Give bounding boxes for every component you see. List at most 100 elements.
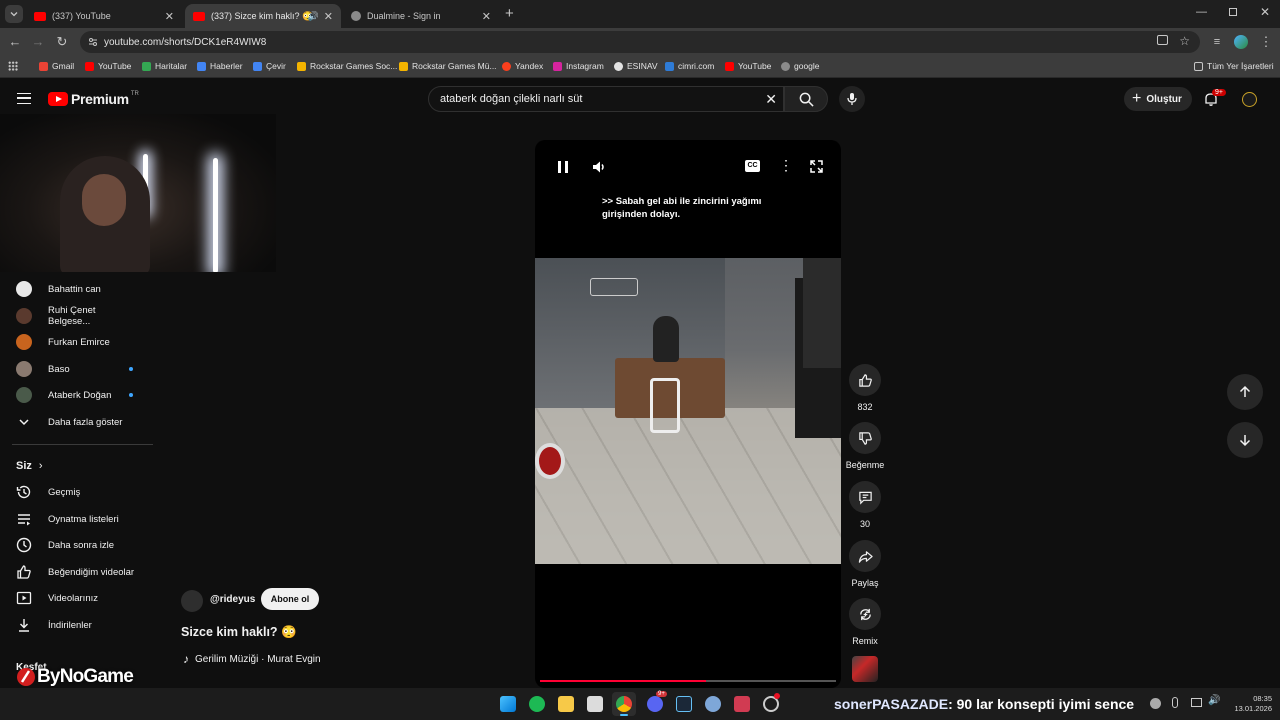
all-bookmarks-folder[interactable]: Tüm Yer İşaretleri xyxy=(1194,61,1274,71)
reading-list-icon[interactable]: ≡ xyxy=(1209,34,1225,50)
restore-button[interactable] xyxy=(1229,8,1237,16)
previous-short-button[interactable] xyxy=(1227,374,1263,410)
volume-button[interactable] xyxy=(591,159,607,180)
steam-tray-icon[interactable] xyxy=(1150,698,1161,709)
search-input[interactable]: ataberk doğan çilekli narlı süt ✕ xyxy=(428,86,784,112)
bookmark-rockstar-music[interactable]: Rockstar Games Mü... xyxy=(399,61,497,71)
sidebar-item-your-videos[interactable]: Videolarınız xyxy=(16,588,98,608)
file-explorer-icon[interactable] xyxy=(558,696,574,712)
profile-avatar[interactable] xyxy=(1234,35,1248,49)
sound-thumbnail[interactable] xyxy=(852,656,878,682)
comments-button[interactable]: 30 xyxy=(848,481,882,529)
menu-kebab-icon[interactable]: ⋮ xyxy=(1258,34,1274,50)
captions-button[interactable]: CC xyxy=(745,160,760,172)
tab-youtube-home[interactable]: (337) YouTube ✕ xyxy=(26,4,182,28)
apps-grid-icon[interactable] xyxy=(8,61,18,71)
recording-app-icon[interactable] xyxy=(763,693,780,712)
shorts-video-player[interactable]: CC ⋮ >> Sabah gel abi ile zincirini yağı… xyxy=(535,140,841,688)
close-window-button[interactable]: ✕ xyxy=(1260,5,1270,19)
share-circle xyxy=(849,540,881,572)
bookmark-maps[interactable]: Haritalar xyxy=(142,61,187,71)
steam-icon[interactable] xyxy=(676,696,692,712)
clock[interactable]: 08:35 13.01.2026 xyxy=(1224,694,1272,714)
windows-start-icon[interactable] xyxy=(500,696,516,712)
bookmark-cimri[interactable]: cimri.com xyxy=(665,61,714,71)
remix-button[interactable]: Remix xyxy=(848,598,882,646)
display-tray-icon[interactable] xyxy=(1191,698,1202,707)
bookmark-news[interactable]: Haberler xyxy=(197,61,243,71)
chrome-taskbar-button[interactable] xyxy=(612,692,636,716)
close-tab-icon[interactable]: ✕ xyxy=(324,10,333,23)
fullscreen-button[interactable] xyxy=(809,159,824,179)
pause-button[interactable] xyxy=(557,161,569,173)
install-app-icon[interactable] xyxy=(1157,35,1168,45)
music-info[interactable]: ♪ Gerilim Müziği · Murat Evgin xyxy=(183,652,321,666)
back-arrow-icon[interactable]: ← xyxy=(7,34,23,50)
notification-badge: 9+ xyxy=(1212,89,1226,96)
sidebar-item-watch-later[interactable]: Daha sonra izle xyxy=(16,535,114,555)
subscription-item[interactable]: Baso xyxy=(16,359,136,379)
bookmark-instagram[interactable]: Instagram xyxy=(553,61,604,71)
more-options-icon[interactable]: ⋮ xyxy=(779,157,793,174)
bookmark-gmail[interactable]: Gmail xyxy=(39,61,74,71)
forward-arrow-icon[interactable]: → xyxy=(30,34,46,50)
bookmark-translate[interactable]: Çevir xyxy=(253,61,286,71)
tab-dualmine[interactable]: Dualmine - Sign in ✕ xyxy=(343,4,499,28)
bookmark-esinav[interactable]: ESINAV xyxy=(614,61,658,71)
discord-icon[interactable]: 9+ xyxy=(647,691,667,712)
reload-icon[interactable]: ↻ xyxy=(54,34,70,50)
sidebar-item-history[interactable]: Geçmiş xyxy=(16,482,80,502)
clear-search-icon[interactable]: ✕ xyxy=(765,91,777,108)
channel-handle[interactable]: @rideyus xyxy=(210,594,255,605)
download-icon xyxy=(16,617,32,633)
close-tab-icon[interactable]: ✕ xyxy=(482,10,491,23)
chat-message: : 90 lar konsepti iyimi sence xyxy=(948,696,1135,712)
subscription-item[interactable]: Ruhi Çenet Belgese... xyxy=(16,305,136,327)
channel-avatar[interactable] xyxy=(181,590,203,612)
tab-title: Dualmine - Sign in xyxy=(367,11,441,21)
account-avatar[interactable] xyxy=(1242,92,1257,107)
microsoft-store-icon[interactable] xyxy=(587,696,603,712)
sidebar-item-playlists[interactable]: Oynatma listeleri xyxy=(16,509,119,529)
bookmark-star-icon[interactable]: ☆ xyxy=(1179,34,1190,48)
create-button[interactable]: + Oluştur xyxy=(1124,87,1192,111)
bookmark-youtube[interactable]: YouTube xyxy=(85,61,131,71)
hamburger-menu-icon[interactable] xyxy=(17,93,31,104)
search-button[interactable] xyxy=(784,86,828,112)
dislike-label: Beğenme xyxy=(845,460,885,470)
subscription-item[interactable]: Furkan Emirce xyxy=(16,332,136,352)
address-bar[interactable]: youtube.com/shorts/DCK1eR4WIW8 ☆ xyxy=(80,31,1200,53)
tab-youtube-shorts[interactable]: (337) Sizce kim haklı? 😳 - 🔊 ✕ xyxy=(185,4,341,28)
subscription-item[interactable]: Bahattin can xyxy=(16,279,136,299)
subscription-item[interactable]: Ataberk Doğan xyxy=(16,385,136,405)
volume-tray-icon[interactable]: 🔊 xyxy=(1208,695,1220,706)
new-tab-button[interactable]: + xyxy=(505,5,514,22)
site-info-icon[interactable] xyxy=(88,37,98,47)
like-circle xyxy=(849,364,881,396)
speaker-icon[interactable]: 🔊 xyxy=(308,11,319,22)
valorant-icon[interactable] xyxy=(734,696,750,712)
close-tab-icon[interactable]: ✕ xyxy=(165,10,174,23)
youtube-logo[interactable]: Premium TR xyxy=(48,91,139,107)
settings-gear-icon[interactable] xyxy=(705,696,721,712)
you-section-header[interactable]: Siz › xyxy=(16,456,43,476)
voice-search-button[interactable] xyxy=(839,86,865,112)
share-button[interactable]: Paylaş xyxy=(845,540,885,588)
progress-bar-track[interactable] xyxy=(540,680,836,682)
bookmark-google[interactable]: google xyxy=(781,61,820,71)
tab-search-button[interactable] xyxy=(5,5,23,23)
like-button[interactable]: 832 xyxy=(848,364,882,412)
bookmark-yandex[interactable]: Yandex xyxy=(502,61,543,71)
sidebar-item-liked-videos[interactable]: Beğendiğim videolar xyxy=(16,562,134,582)
bookmark-youtube-2[interactable]: YouTube xyxy=(725,61,771,71)
sidebar-item-downloads[interactable]: İndirilenler xyxy=(16,615,92,635)
next-short-button[interactable] xyxy=(1227,422,1263,458)
bookmark-rockstar-social[interactable]: Rockstar Games Soc... xyxy=(297,61,397,71)
notifications-button[interactable]: 9+ xyxy=(1203,89,1226,112)
microphone-tray-icon[interactable] xyxy=(1172,697,1178,708)
spotify-icon[interactable] xyxy=(529,696,545,712)
minimize-button[interactable]: — xyxy=(1196,6,1207,18)
show-more-button[interactable]: Daha fazla göster xyxy=(16,412,122,432)
subscribe-button[interactable]: Abone ol xyxy=(261,588,319,610)
dislike-button[interactable]: Beğenme xyxy=(845,422,885,470)
